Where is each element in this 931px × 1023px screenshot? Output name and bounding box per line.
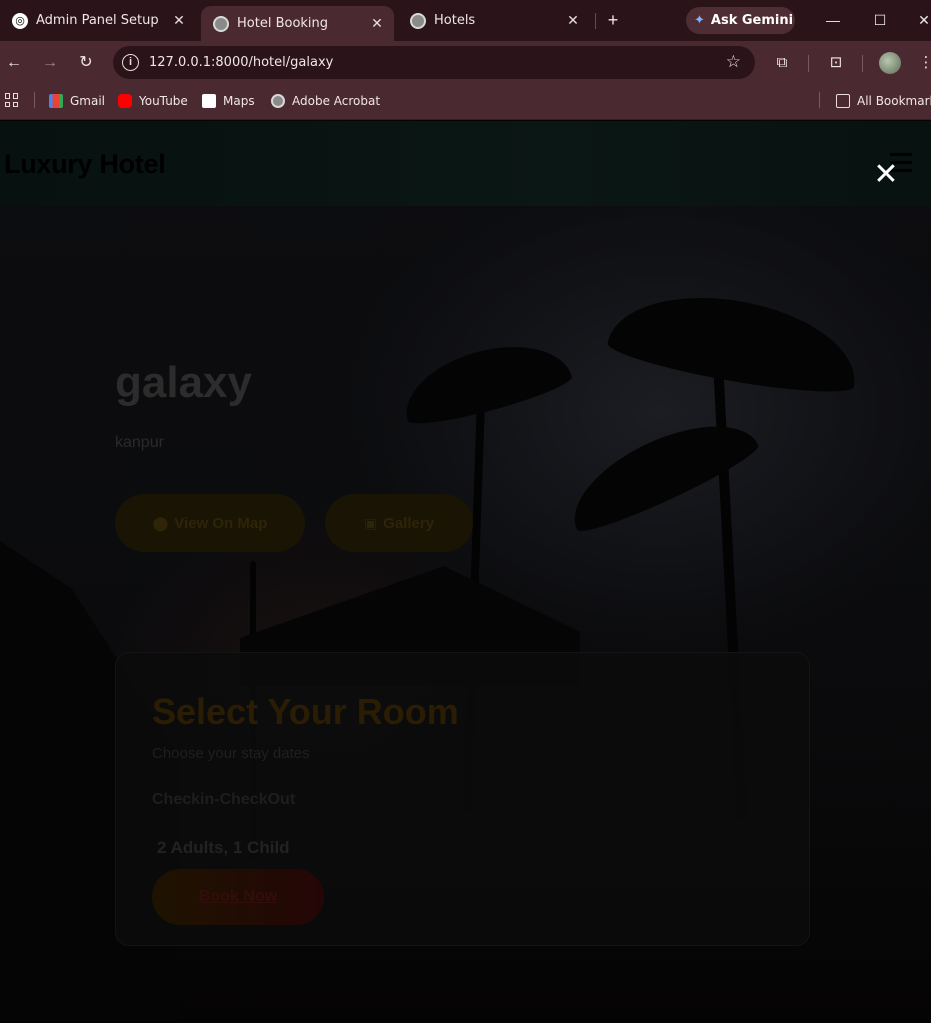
toolbar-separator xyxy=(808,55,809,72)
gallery-button[interactable]: ▣ Gallery xyxy=(325,494,473,552)
youtube-icon xyxy=(118,94,132,108)
view-on-map-label: View On Map xyxy=(174,514,268,532)
bookmark-separator xyxy=(819,92,820,108)
chatgpt-icon: ◎ xyxy=(12,12,28,29)
gemini-sparkle-icon: ✦ xyxy=(694,13,705,28)
folder-icon xyxy=(836,94,850,108)
bookmarks-bar: Gmail YouTube Maps Adobe Acrobat All Boo… xyxy=(0,85,931,120)
bookmark-adobe-acrobat[interactable]: Adobe Acrobat xyxy=(271,94,380,108)
tab-separator xyxy=(595,13,596,29)
site-info-icon[interactable]: i xyxy=(122,54,139,71)
map-pin-icon: ⬤ xyxy=(152,514,169,531)
guests-selector[interactable]: 2 Adults, 1 Child xyxy=(157,838,290,858)
bookmark-label: YouTube xyxy=(139,94,188,108)
back-arrow-icon[interactable]: ← xyxy=(4,53,24,73)
bookmark-label: Maps xyxy=(223,94,255,108)
minimize-window-icon[interactable]: — xyxy=(823,10,843,30)
booking-subtitle: Choose your stay dates xyxy=(152,745,310,762)
all-bookmarks-folder[interactable]: All Bookmarks xyxy=(836,94,931,108)
bookmark-gmail[interactable]: Gmail xyxy=(49,94,105,108)
close-window-icon[interactable]: ✕ xyxy=(914,10,931,30)
toolbar-separator xyxy=(862,55,863,72)
menu-kebab-icon[interactable]: ⋮ xyxy=(915,52,931,74)
tab-hotel-booking[interactable]: Hotel Booking ✕ xyxy=(201,6,394,41)
booking-card: Select Your Room Choose your stay dates … xyxy=(115,652,810,946)
cast-search-icon[interactable]: ⊡ xyxy=(825,52,847,74)
new-tab-button[interactable]: + xyxy=(602,9,624,31)
maximize-window-icon[interactable]: ☐ xyxy=(870,10,890,30)
bookmark-label: All Bookmarks xyxy=(857,94,931,108)
close-tab-icon[interactable]: ✕ xyxy=(168,13,190,29)
ask-gemini-button[interactable]: ✦ Ask Gemini xyxy=(686,7,795,34)
bookmark-label: Gmail xyxy=(70,94,106,108)
book-now-button[interactable]: Book Now xyxy=(152,869,324,925)
palm-frond-silhouette xyxy=(395,330,575,432)
address-bar[interactable]: i 127.0.0.1:8000/hotel/galaxy ☆ xyxy=(113,46,755,79)
bookmark-maps[interactable]: Maps xyxy=(202,94,255,108)
globe-icon xyxy=(213,15,229,32)
gmail-icon xyxy=(49,94,63,108)
bookmark-separator xyxy=(34,92,35,108)
globe-icon xyxy=(410,12,426,29)
close-tab-icon[interactable]: ✕ xyxy=(562,13,584,29)
site-header: Luxury Hotel ✕ xyxy=(0,121,931,206)
tab-admin-panel-setup[interactable]: ◎ Admin Panel Setup ✕ xyxy=(0,0,196,41)
hotel-name-heading: galaxy xyxy=(115,358,252,407)
site-logo[interactable]: Luxury Hotel xyxy=(4,149,166,180)
close-overlay-icon[interactable]: ✕ xyxy=(872,160,900,190)
browser-tab-strip: ◎ Admin Panel Setup ✕ Hotel Booking ✕ Ho… xyxy=(0,0,931,41)
page-viewport: Luxury Hotel ✕ galaxy kanpur ⬤ View On M… xyxy=(0,121,931,1023)
palm-frond-silhouette xyxy=(604,279,866,403)
url-text[interactable]: 127.0.0.1:8000/hotel/galaxy xyxy=(149,55,333,70)
gemini-label: Ask Gemini xyxy=(710,13,794,28)
checkin-checkout-input[interactable] xyxy=(152,789,372,811)
bookmark-star-icon[interactable]: ☆ xyxy=(726,52,741,72)
profile-avatar[interactable] xyxy=(879,52,901,74)
palm-frond-silhouette xyxy=(556,401,764,541)
globe-icon xyxy=(271,94,285,108)
gallery-label: Gallery xyxy=(383,514,435,532)
extensions-puzzle-icon[interactable]: ⧉ xyxy=(771,52,793,74)
booking-title: Select Your Room xyxy=(152,691,459,732)
tab-title: Hotels xyxy=(434,13,476,28)
apps-grid-icon[interactable] xyxy=(5,93,19,107)
reload-icon[interactable]: ↻ xyxy=(76,53,96,73)
tab-hotels[interactable]: Hotels ✕ xyxy=(398,0,590,41)
hotel-city: kanpur xyxy=(115,434,164,451)
view-on-map-button[interactable]: ⬤ View On Map xyxy=(115,494,305,552)
tab-title: Admin Panel Setup xyxy=(36,13,159,28)
bookmark-label: Adobe Acrobat xyxy=(292,94,381,108)
maps-icon xyxy=(202,94,216,108)
image-icon: ▣ xyxy=(363,514,378,531)
close-tab-icon[interactable]: ✕ xyxy=(366,16,388,32)
forward-arrow-icon[interactable]: → xyxy=(40,53,60,73)
browser-toolbar: ← → ↻ i 127.0.0.1:8000/hotel/galaxy ☆ ⧉ … xyxy=(0,41,931,85)
bookmark-youtube[interactable]: YouTube xyxy=(118,94,188,108)
tab-title: Hotel Booking xyxy=(237,16,329,31)
